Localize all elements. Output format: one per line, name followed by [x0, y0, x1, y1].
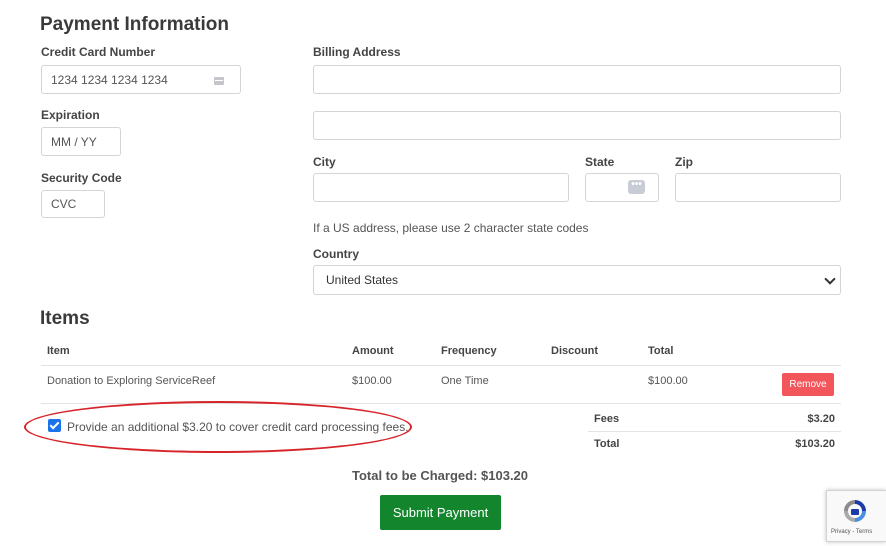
card-number-input[interactable]: 1234 1234 1234 1234: [41, 65, 241, 94]
card-number-placeholder: 1234 1234 1234 1234: [51, 72, 168, 87]
expiration-label: Expiration: [41, 108, 100, 122]
payment-title: Payment Information: [40, 14, 229, 35]
summary-total-value: $103.20: [795, 438, 835, 450]
country-label: Country: [313, 247, 359, 261]
fees-value: $3.20: [807, 413, 835, 425]
billing-address-line1[interactable]: [313, 65, 841, 94]
row-amount: $100.00: [352, 375, 392, 387]
table-row: Donation to Exploring ServiceReef $100.0…: [41, 366, 841, 403]
security-code-placeholder: CVC: [51, 197, 77, 211]
card-number-label: Credit Card Number: [41, 45, 156, 59]
state-label: State: [585, 155, 615, 169]
row-item: Donation to Exploring ServiceReef: [47, 375, 216, 387]
row-frequency: One Time: [441, 375, 489, 387]
col-header-total: Total: [648, 345, 674, 357]
summary-divider: [588, 431, 841, 432]
country-value: United States: [326, 273, 399, 287]
expiration-placeholder: MM / YY: [51, 134, 97, 149]
recaptcha-badge[interactable]: Privacy - Terms: [826, 490, 886, 542]
recaptcha-icon: [844, 500, 866, 522]
state-code-hint: If a US address, please use 2 character …: [313, 221, 589, 235]
billing-address-line2[interactable]: [313, 111, 841, 140]
summary-total-label: Total: [594, 438, 620, 450]
billing-address-label: Billing Address: [313, 45, 401, 59]
credit-card-icon: [214, 77, 224, 85]
city-input[interactable]: [313, 173, 569, 202]
zip-label: Zip: [675, 155, 693, 169]
col-header-frequency: Frequency: [441, 345, 497, 357]
security-code-label: Security Code: [41, 171, 122, 185]
total-charged: Total to be Charged: $103.20: [351, 468, 529, 483]
items-title: Items: [40, 308, 90, 329]
security-code-input[interactable]: CVC: [41, 190, 105, 218]
col-header-item: Item: [47, 345, 70, 357]
autofill-dots-icon[interactable]: •••: [628, 180, 645, 194]
remove-button[interactable]: Remove: [782, 373, 834, 396]
annotation-oval: [24, 401, 412, 453]
city-label: City: [313, 155, 336, 169]
chevron-down-icon: [824, 273, 836, 285]
row-total: $100.00: [648, 375, 688, 387]
country-select[interactable]: United States: [313, 265, 841, 295]
col-header-discount: Discount: [551, 345, 599, 357]
col-header-amount: Amount: [352, 345, 394, 357]
expiration-input[interactable]: MM / YY: [41, 127, 121, 156]
recaptcha-privacy-terms[interactable]: Privacy - Terms: [831, 529, 872, 535]
fees-label: Fees: [594, 413, 620, 425]
state-input[interactable]: •••: [585, 173, 659, 202]
submit-payment-button[interactable]: Submit Payment: [380, 495, 501, 530]
zip-input[interactable]: [675, 173, 841, 202]
